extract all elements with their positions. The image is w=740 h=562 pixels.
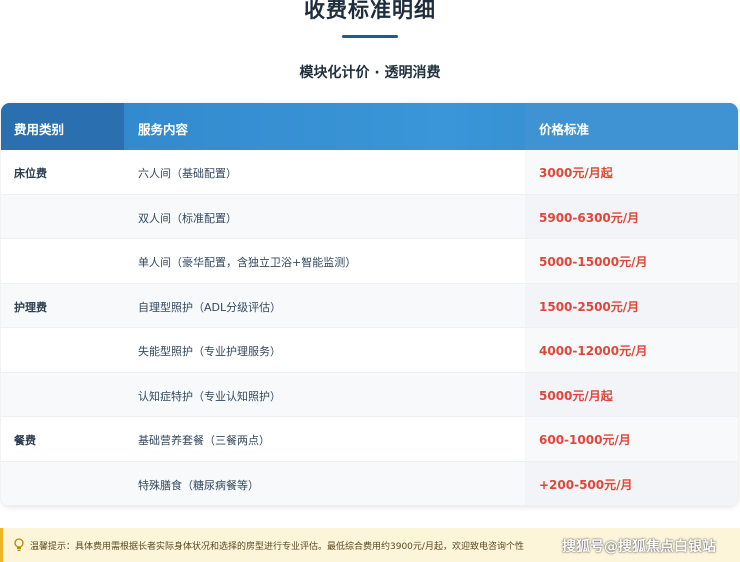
lightbulb-icon bbox=[14, 538, 24, 551]
header-service: 服务内容 bbox=[138, 122, 189, 137]
row-price: 3000元/月起 bbox=[539, 166, 613, 180]
table-row: 双人间（标准配置） 5900-6300元/月 bbox=[1, 194, 738, 239]
fee-table: 费用类别 服务内容 价格标准 床位费 六人间（基础配置） 3000元/月起 双人… bbox=[1, 103, 738, 506]
row-price: 1500-2500元/月 bbox=[539, 299, 640, 314]
row-price: 5000元/月起 bbox=[539, 388, 613, 403]
row-service: 失能型照护（专业护理服务） bbox=[138, 345, 281, 358]
page-title: 收费标准明细 bbox=[304, 0, 436, 22]
row-price: 5900-6300元/月 bbox=[539, 210, 640, 225]
table-row: 认知症特护（专业认知照护） 5000元/月起 bbox=[1, 372, 738, 417]
table-row: 失能型照护（专业护理服务） 4000-12000元/月 bbox=[1, 328, 738, 373]
row-service: 自理型照护（ADL分级评估） bbox=[138, 300, 282, 314]
table-row: 单人间（豪华配置，含独立卫浴+智能监测） 5000-15000元/月 bbox=[1, 239, 738, 284]
row-price: 4000-12000元/月 bbox=[539, 344, 648, 358]
row-service: 单人间（豪华配置，含独立卫浴+智能监测） bbox=[138, 256, 357, 269]
row-category: 护理费 bbox=[14, 300, 47, 314]
row-price: 5000-15000元/月 bbox=[539, 255, 648, 269]
table-row: 床位费 六人间（基础配置） 3000元/月起 bbox=[1, 150, 738, 195]
row-service: 认知症特护（专业认知照护） bbox=[138, 389, 281, 403]
row-service: 特殊膳食（糖尿病餐等） bbox=[138, 478, 259, 492]
title-underline bbox=[342, 35, 398, 38]
table-header: 费用类别 服务内容 价格标准 bbox=[1, 103, 738, 150]
watermark: 搜狐号@搜狐焦点白银站 bbox=[562, 539, 716, 555]
table-row: 餐费 基础营养套餐（三餐两点） 600-1000元/月 bbox=[1, 417, 738, 462]
row-category: 床位费 bbox=[14, 167, 47, 180]
table-row: 特殊膳食（糖尿病餐等） +200-500元/月 bbox=[1, 461, 738, 506]
table-row: 护理费 自理型照护（ADL分级评估） 1500-2500元/月 bbox=[1, 283, 738, 328]
row-price: 600-1000元/月 bbox=[539, 433, 631, 447]
row-service: 六人间（基础配置） bbox=[138, 167, 237, 180]
header-category: 费用类别 bbox=[14, 122, 65, 137]
page-subtitle: 模块化计价 · 透明消费 bbox=[299, 65, 441, 81]
header-price: 价格标准 bbox=[539, 122, 590, 137]
row-service: 双人间（标准配置） bbox=[138, 211, 237, 225]
row-price: +200-500元/月 bbox=[539, 477, 633, 492]
row-category: 餐费 bbox=[14, 434, 36, 447]
tip-text: 温馨提示：具体费用需根据长者实际身体状况和选择的房型进行专业评估。最低综合费用约… bbox=[30, 542, 524, 552]
row-service: 基础营养套餐（三餐两点） bbox=[138, 434, 270, 447]
table-body: 床位费 六人间（基础配置） 3000元/月起 双人间（标准配置） 5900-63… bbox=[1, 150, 738, 506]
